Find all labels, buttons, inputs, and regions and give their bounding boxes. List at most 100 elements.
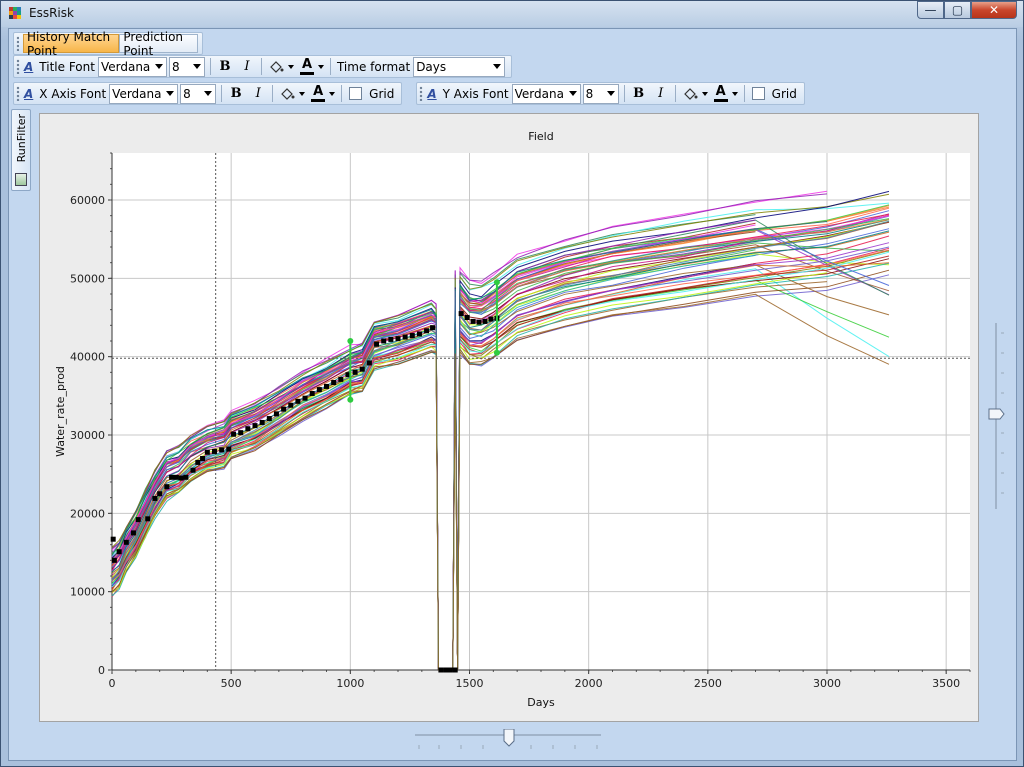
history-point: [324, 383, 329, 389]
font-color-button[interactable]: A: [297, 57, 327, 77]
history-point: [430, 325, 436, 331]
time-format-select[interactable]: Days: [413, 56, 506, 77]
close-button[interactable]: ✕: [971, 1, 1017, 19]
x-tick-label: 1000: [336, 677, 364, 690]
italic-button[interactable]: I: [236, 57, 258, 77]
history-point: [219, 447, 225, 453]
history-point: [266, 416, 272, 422]
y-axis-font-value: Verdana: [514, 86, 564, 101]
filter-icon: [15, 173, 27, 186]
y-axis-font-select[interactable]: Verdana: [511, 83, 581, 104]
toolbar-grip[interactable]: [419, 86, 424, 101]
x-tick-label: 1500: [456, 677, 484, 690]
y-tick-label: 50000: [70, 272, 105, 285]
x-axis-font-size-value: 8: [183, 86, 191, 101]
y-axis-font-size-value: 8: [585, 86, 594, 101]
title-bar[interactable]: EssRisk — ▢ ✕: [1, 1, 1023, 27]
history-point: [183, 474, 189, 480]
history-point: [359, 366, 365, 372]
fill-color-button[interactable]: [276, 84, 308, 104]
history-point: [238, 430, 244, 436]
history-point: [273, 411, 279, 417]
error-bar-high-marker: [347, 338, 354, 344]
history-point: [135, 517, 141, 523]
toolbar-grip[interactable]: [16, 86, 20, 101]
toolbar-grip[interactable]: [16, 59, 20, 74]
fill-color-button[interactable]: [265, 57, 297, 77]
history-point: [452, 667, 458, 673]
font-color-icon: A: [313, 83, 324, 99]
history-point: [338, 376, 344, 382]
x-axis-label: Days: [527, 696, 555, 709]
history-point: [388, 336, 394, 342]
vertical-zoom-slider[interactable]: [987, 323, 1005, 509]
chart-title: Field: [528, 130, 553, 143]
history-point: [281, 406, 287, 412]
history-point: [145, 516, 151, 522]
history-point: [178, 475, 184, 481]
run-filter-tab[interactable]: RunFilter: [11, 109, 31, 191]
history-point: [302, 395, 308, 401]
x-axis-font-value: Verdana: [112, 86, 162, 101]
x-axis-font-label: X Axis Font: [39, 86, 107, 101]
y-axis-font-toolbar: A Y Axis Font Verdana 8 B I A Grid: [416, 82, 805, 105]
history-point: [374, 341, 380, 347]
tab-history-match-point[interactable]: History Match Point: [23, 30, 120, 58]
history-point: [416, 331, 422, 337]
y-axis-font-size-select[interactable]: 8: [582, 83, 619, 104]
history-point: [157, 491, 163, 497]
history-point: [211, 448, 217, 454]
history-point: [173, 474, 179, 480]
main-content: History Match Point Prediction Point A T…: [8, 28, 1017, 761]
history-point: [123, 539, 129, 545]
font-icon: A: [427, 86, 437, 101]
horizontal-zoom-slider[interactable]: [409, 729, 605, 753]
history-point: [116, 549, 122, 555]
y-grid-label: Grid: [771, 86, 797, 101]
paint-bucket-icon: [270, 60, 284, 73]
x-grid-checkbox[interactable]: [349, 87, 363, 100]
maximize-button[interactable]: ▢: [944, 1, 971, 19]
italic-button[interactable]: I: [650, 84, 672, 104]
history-point: [245, 426, 251, 432]
history-point: [195, 459, 201, 465]
bold-button[interactable]: B: [225, 84, 247, 104]
history-point: [352, 369, 358, 375]
y-grid-checkbox[interactable]: [751, 87, 765, 100]
italic-button[interactable]: I: [247, 84, 269, 104]
fill-color-button[interactable]: [679, 84, 711, 104]
y-tick-label: 0: [98, 664, 105, 677]
minimize-button[interactable]: —: [917, 1, 944, 19]
x-axis-font-size-select[interactable]: 8: [180, 83, 217, 104]
bold-button[interactable]: B: [628, 84, 650, 104]
y-axis-font-label: Y Axis Font: [442, 86, 509, 101]
toolbar-grip[interactable]: [16, 36, 20, 51]
history-point: [402, 334, 408, 340]
font-color-button[interactable]: A: [711, 84, 741, 104]
history-point: [190, 467, 196, 473]
bold-button[interactable]: B: [214, 57, 236, 77]
history-point: [152, 495, 158, 501]
title-font-size-value: 8: [171, 59, 180, 74]
history-point: [226, 446, 232, 452]
font-color-button[interactable]: A: [308, 84, 338, 104]
history-point: [381, 338, 387, 344]
history-point: [331, 380, 337, 386]
y-tick-label: 20000: [70, 507, 105, 520]
x-tick-label: 0: [109, 677, 116, 690]
title-font-size-select[interactable]: 8: [168, 56, 205, 77]
history-point: [130, 530, 136, 536]
history-point: [288, 402, 294, 408]
x-tick-label: 2500: [694, 677, 722, 690]
x-axis-font-select[interactable]: Verdana: [109, 83, 179, 104]
history-point: [111, 557, 117, 563]
title-font-select[interactable]: Verdana: [97, 56, 167, 77]
app-window: EssRisk — ▢ ✕ History Match Point Predic…: [0, 0, 1024, 767]
font-icon: A: [24, 59, 34, 74]
title-font-value: Verdana: [100, 59, 151, 74]
y-axis-label: Water_rate_prod: [54, 366, 67, 457]
chart-svg[interactable]: 0 500 1000 1500 2000 2500 3000 3500 0 10000 20000 3…: [40, 114, 978, 721]
font-color-icon: A: [301, 56, 312, 72]
tab-prediction-point[interactable]: Prediction Point: [119, 30, 198, 58]
history-point: [438, 667, 444, 673]
